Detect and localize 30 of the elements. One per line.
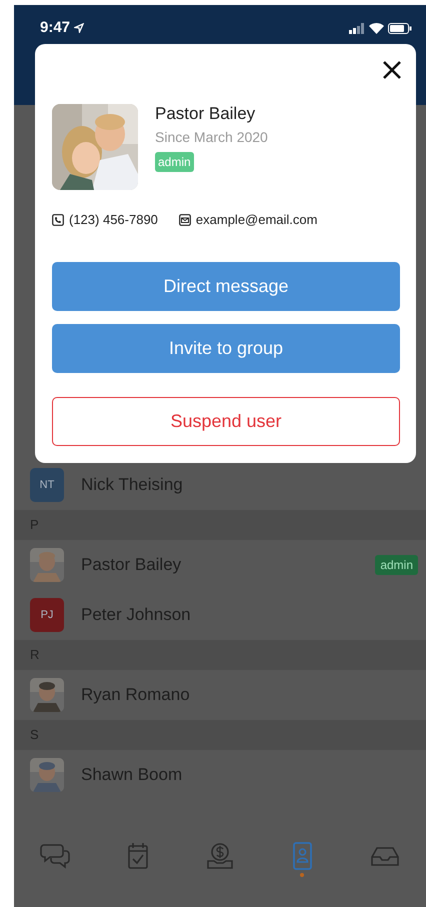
contact-name: Nick Theising xyxy=(81,474,183,496)
close-button[interactable] xyxy=(382,60,402,80)
mail-icon xyxy=(178,214,191,226)
contact-name: Shawn Boom xyxy=(81,764,182,786)
role-tag: admin xyxy=(375,555,418,575)
contact-name: Peter Johnson xyxy=(81,604,191,626)
avatar-initials: PJ xyxy=(40,608,54,623)
role-tag: admin xyxy=(155,152,194,172)
battery-icon xyxy=(388,22,412,34)
avatar-initials: NT xyxy=(40,478,54,493)
wifi-icon xyxy=(369,22,384,34)
email-address: example@email.com xyxy=(196,211,318,229)
coin-hand-icon xyxy=(204,841,235,871)
action-button[interactable]: Invite to group xyxy=(52,324,400,372)
profile-name: Pastor Bailey xyxy=(155,104,256,124)
tab-button[interactable] xyxy=(204,841,235,871)
signal-icon xyxy=(349,22,365,34)
chat-bubbles-icon xyxy=(40,841,70,871)
close-icon xyxy=(382,60,402,80)
action-button[interactable]: Direct message xyxy=(52,262,400,310)
suspend-button[interactable]: Suspend user xyxy=(52,396,400,446)
active-dot xyxy=(300,873,304,877)
member-since: Since March 2020 xyxy=(155,128,268,148)
location-icon xyxy=(74,23,84,34)
contact-name: Ryan Romano xyxy=(81,684,190,706)
tab-button[interactable] xyxy=(40,841,70,871)
contact-name: Pastor Bailey xyxy=(81,554,182,576)
phone-number: (123) 456-7890 xyxy=(69,211,158,229)
phone-icon xyxy=(52,214,64,226)
status-time: 9:47 xyxy=(40,18,70,38)
